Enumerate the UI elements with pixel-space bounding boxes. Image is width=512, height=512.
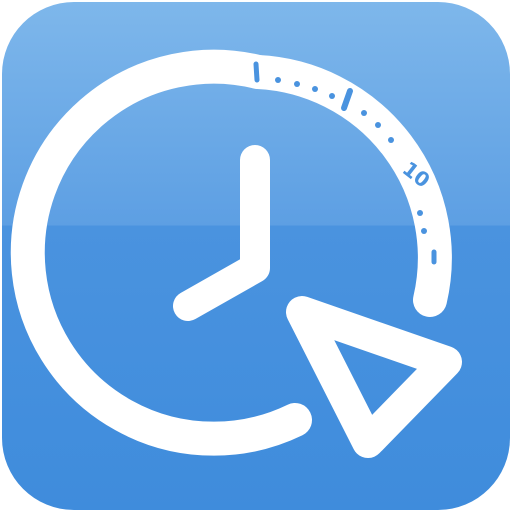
clock-timer-icon: 10 (2, 2, 510, 510)
app-icon[interactable]: 10 (0, 0, 512, 512)
